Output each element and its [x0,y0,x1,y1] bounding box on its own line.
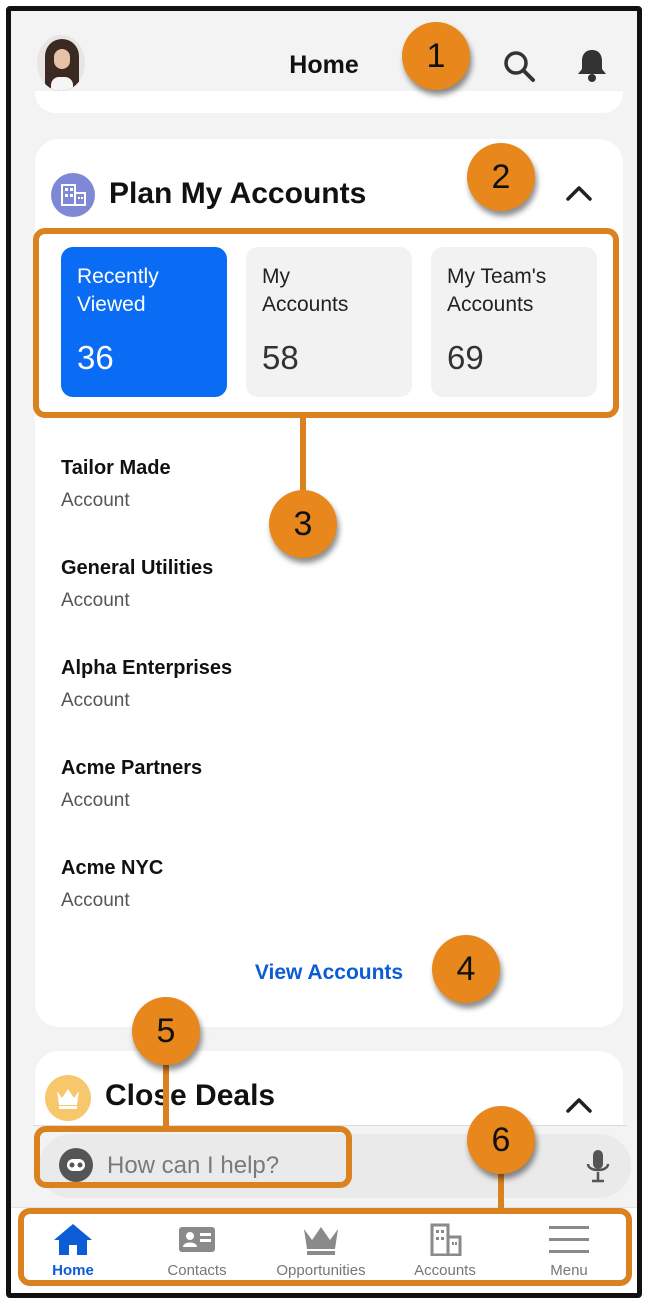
callout-badge-2: 2 [467,143,535,211]
tab-label: Accounts [414,1262,476,1279]
tile-count: 69 [447,339,484,376]
tile-label: My Team's Accounts [447,265,547,316]
assistant-input[interactable] [107,1146,407,1186]
list-item[interactable]: Acme NYC Account [61,857,581,957]
card-title: Plan My Accounts [109,177,367,210]
record-type: Account [61,590,130,611]
previous-card-edge [35,91,623,113]
tab-contacts[interactable]: Contacts [135,1214,259,1293]
home-icon [54,1224,92,1255]
tab-menu[interactable]: Menu [507,1214,631,1293]
crown-icon [45,1075,91,1121]
chevron-up-icon[interactable] [563,1093,595,1117]
agent-bot-icon [59,1148,93,1182]
callout-badge-1: 1 [402,22,470,90]
record-name: Acme NYC [61,857,164,879]
building-icon [51,173,95,217]
record-name: Acme Partners [61,757,203,779]
tab-label: Menu [550,1262,588,1279]
microphone-icon[interactable] [585,1148,611,1184]
contact-card-icon [179,1227,215,1252]
assistant-input-container[interactable] [39,1134,631,1198]
phone-frame: Home Plan My Accounts Recently Viewed 36… [6,6,642,1298]
chevron-up-icon[interactable] [563,181,595,205]
callout-badge-4: 4 [432,935,500,1003]
bell-icon[interactable] [575,47,609,83]
tile-count: 58 [262,339,299,376]
tab-accounts[interactable]: Accounts [383,1214,507,1293]
bottom-tab-bar: Home Contacts Opportunities Accounts Men… [11,1207,637,1293]
tile-count: 36 [77,339,114,376]
callout-connector [163,1060,169,1126]
callout-badge-5: 5 [132,997,200,1065]
tab-opportunities[interactable]: Opportunities [259,1214,383,1293]
tile-my-accounts[interactable]: My Accounts 58 [246,247,412,397]
callout-badge-6: 6 [467,1106,535,1174]
tab-home[interactable]: Home [11,1214,135,1293]
plan-my-accounts-card: Plan My Accounts Recently Viewed 36 My A… [35,139,623,1027]
list-view-tiles: Recently Viewed 36 My Accounts 58 My Tea… [61,247,597,397]
tile-my-teams-accounts[interactable]: My Team's Accounts 69 [431,247,597,397]
tile-label: Recently Viewed [77,265,159,316]
list-item[interactable]: Acme Partners Account [61,757,581,857]
card-title: Close Deals [105,1079,276,1112]
view-accounts-link[interactable]: View Accounts [35,961,623,985]
record-type: Account [61,890,130,911]
callout-badge-3: 3 [269,490,337,558]
record-name: Tailor Made [61,457,171,479]
hamburger-icon [549,1226,589,1253]
callout-connector [300,418,306,490]
tile-label: My Accounts [262,265,349,316]
tab-label: Opportunities [276,1262,366,1279]
search-icon[interactable] [502,49,536,83]
building-icon [430,1223,462,1256]
crown-icon [304,1227,338,1255]
tile-recently-viewed[interactable]: Recently Viewed 36 [61,247,227,397]
header: Home [11,11,637,116]
record-name: Alpha Enterprises [61,657,233,679]
list-item[interactable]: Alpha Enterprises Account [61,657,581,757]
callout-connector [498,1168,504,1208]
record-type: Account [61,690,130,711]
record-name: General Utilities [61,557,214,579]
tab-label: Home [52,1262,94,1279]
assistant-bar [33,1125,631,1203]
record-type: Account [61,790,130,811]
page-title: Home [289,51,359,79]
list-item[interactable]: General Utilities Account [61,557,581,657]
tab-label: Contacts [167,1262,227,1279]
